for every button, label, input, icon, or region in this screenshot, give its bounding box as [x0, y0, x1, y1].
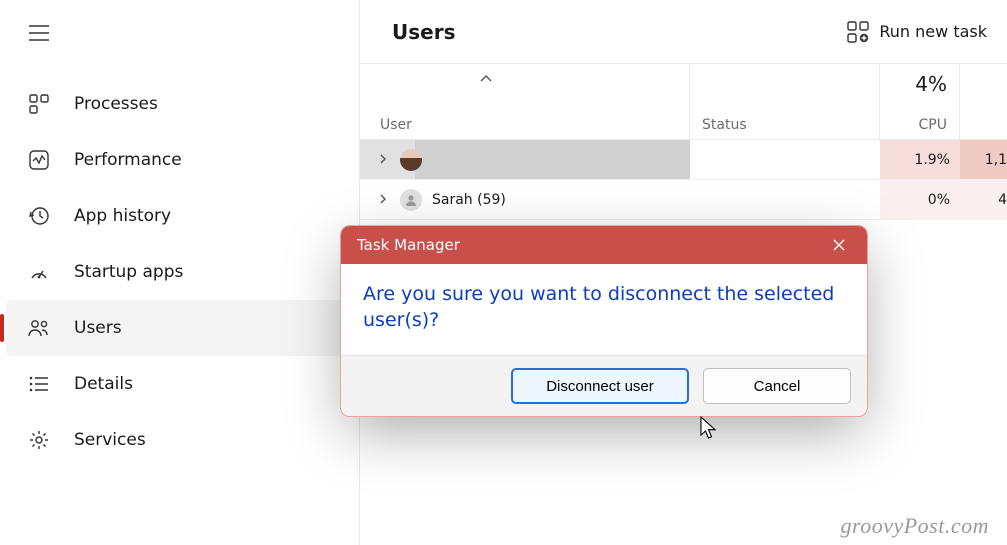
avatar — [400, 189, 422, 211]
dialog-title: Task Manager — [357, 236, 460, 254]
sidebar-item-performance[interactable]: Performance — [0, 132, 359, 188]
sidebar-item-details[interactable]: Details — [0, 356, 359, 412]
users-icon — [26, 318, 52, 338]
sidebar-item-processes[interactable]: Processes — [0, 76, 359, 132]
cpu-total-value: 4% — [892, 72, 947, 96]
table-row[interactable]: Sarah (59) 0% 4 — [360, 180, 1007, 220]
watermark: groovyPost.com — [840, 513, 989, 539]
disconnect-user-button[interactable]: Disconnect user — [511, 368, 689, 404]
memory-cell: 4 — [960, 180, 1007, 219]
table-row[interactable]: 1.9% 1,1 — [360, 140, 1007, 180]
user-name: Sarah (59) — [432, 192, 506, 208]
col-user-label: User — [380, 117, 677, 133]
close-button[interactable] — [825, 231, 853, 259]
nav-label: Performance — [74, 150, 182, 170]
topbar: Users Run new task — [360, 0, 1007, 64]
col-status-label: Status — [702, 117, 867, 133]
sidebar-item-startup-apps[interactable]: Startup apps — [0, 244, 359, 300]
run-new-task-button[interactable]: Run new task — [847, 21, 987, 43]
nav-label: Details — [74, 374, 133, 394]
avatar — [400, 149, 422, 171]
sidebar: Processes Performance App history Startu… — [0, 0, 360, 545]
confirm-dialog: Task Manager Are you sure you want to di… — [340, 225, 868, 417]
chevron-right-icon[interactable] — [378, 153, 390, 167]
status-cell — [690, 180, 880, 219]
list-icon — [26, 374, 52, 394]
user-cell[interactable] — [360, 140, 690, 179]
sort-caret-icon[interactable] — [480, 70, 492, 86]
user-cell[interactable]: Sarah (59) — [360, 180, 690, 219]
col-cpu-label: CPU — [892, 117, 947, 133]
close-icon — [832, 238, 846, 252]
column-header-memory[interactable] — [960, 64, 1007, 139]
hamburger-icon — [29, 25, 49, 41]
page-title: Users — [392, 20, 455, 44]
sidebar-item-users[interactable]: Users — [6, 300, 353, 356]
sidebar-item-services[interactable]: Services — [0, 412, 359, 468]
nav-label: App history — [74, 206, 171, 226]
gear-icon — [26, 430, 52, 450]
table-header: User Status 4% CPU — [360, 64, 1007, 140]
cpu-cell: 0% — [880, 180, 960, 219]
sidebar-item-app-history[interactable]: App history — [0, 188, 359, 244]
grid-icon — [26, 94, 52, 114]
hamburger-button[interactable] — [16, 10, 62, 56]
status-cell — [690, 140, 880, 179]
chevron-right-icon[interactable] — [378, 193, 390, 207]
run-task-icon — [847, 21, 869, 43]
dialog-footer: Disconnect user Cancel — [341, 355, 867, 416]
cancel-button[interactable]: Cancel — [703, 368, 851, 404]
nav-label: Processes — [74, 94, 158, 114]
dialog-titlebar[interactable]: Task Manager — [341, 226, 867, 264]
nav-label: Services — [74, 430, 146, 450]
gauge-icon — [26, 262, 52, 282]
run-new-task-label: Run new task — [879, 22, 987, 41]
column-header-cpu[interactable]: 4% CPU — [880, 64, 960, 139]
nav-label: Startup apps — [74, 262, 183, 282]
history-icon — [26, 206, 52, 226]
column-header-status[interactable]: Status — [690, 64, 880, 139]
cpu-cell: 1.9% — [880, 140, 960, 179]
pulse-icon — [26, 150, 52, 170]
column-header-user[interactable]: User — [360, 64, 690, 139]
nav-label: Users — [74, 318, 122, 338]
dialog-message: Are you sure you want to disconnect the … — [341, 264, 867, 355]
memory-cell: 1,1 — [960, 140, 1007, 179]
